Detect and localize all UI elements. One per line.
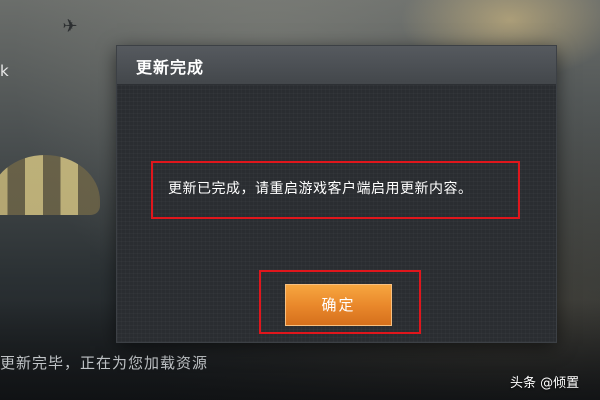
edge-text: k (0, 62, 9, 80)
dialog-header: 更新完成 (117, 46, 556, 85)
update-complete-dialog: 更新完成 更新已完成，请重启游戏客户端启用更新内容。 确定 (117, 46, 556, 342)
watermark-text: 头条 @倾置 (510, 376, 580, 391)
parachute-image (0, 155, 100, 215)
loading-status-text: 更新完毕，正在为您加载资源 (0, 354, 209, 372)
airplane-icon: ✈ (62, 16, 78, 37)
dialog-title: 更新完成 (136, 58, 205, 77)
confirm-button[interactable]: 确定 (285, 284, 392, 326)
dialog-message: 更新已完成，请重启游戏客户端启用更新内容。 (168, 181, 473, 197)
